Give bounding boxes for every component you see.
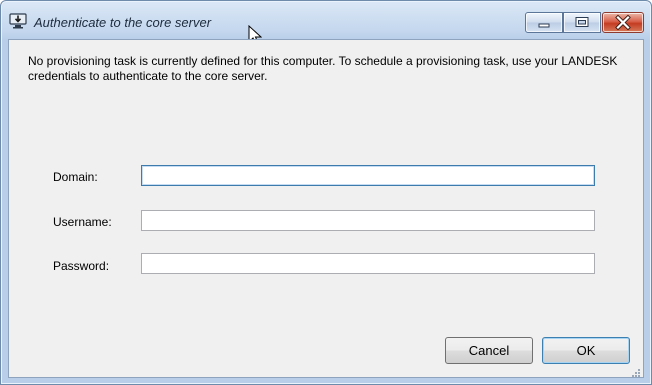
dialog-content: No provisioning task is currently define…: [8, 39, 644, 378]
domain-label: Domain:: [53, 170, 98, 184]
username-label: Username:: [53, 215, 112, 229]
resize-grip-icon[interactable]: [631, 365, 641, 377]
title-bar[interactable]: Authenticate to the core server: [1, 1, 651, 46]
close-icon: [615, 14, 631, 31]
authenticate-dialog: Authenticate to the core server No provi…: [0, 0, 652, 385]
minimize-icon: [538, 23, 550, 28]
intro-message: No provisioning task is currently define…: [28, 54, 618, 83]
cancel-button[interactable]: Cancel: [445, 337, 533, 364]
password-label: Password:: [53, 259, 110, 273]
username-input[interactable]: [141, 210, 595, 231]
close-button[interactable]: [602, 12, 644, 33]
domain-input[interactable]: [141, 165, 595, 186]
maximize-icon: [575, 17, 589, 27]
download-computer-icon: [9, 13, 27, 29]
password-input[interactable]: [141, 253, 595, 274]
minimize-button[interactable]: [525, 12, 563, 33]
window-title: Authenticate to the core server: [34, 15, 212, 30]
maximize-button[interactable]: [563, 12, 601, 33]
ok-button[interactable]: OK: [542, 337, 630, 364]
